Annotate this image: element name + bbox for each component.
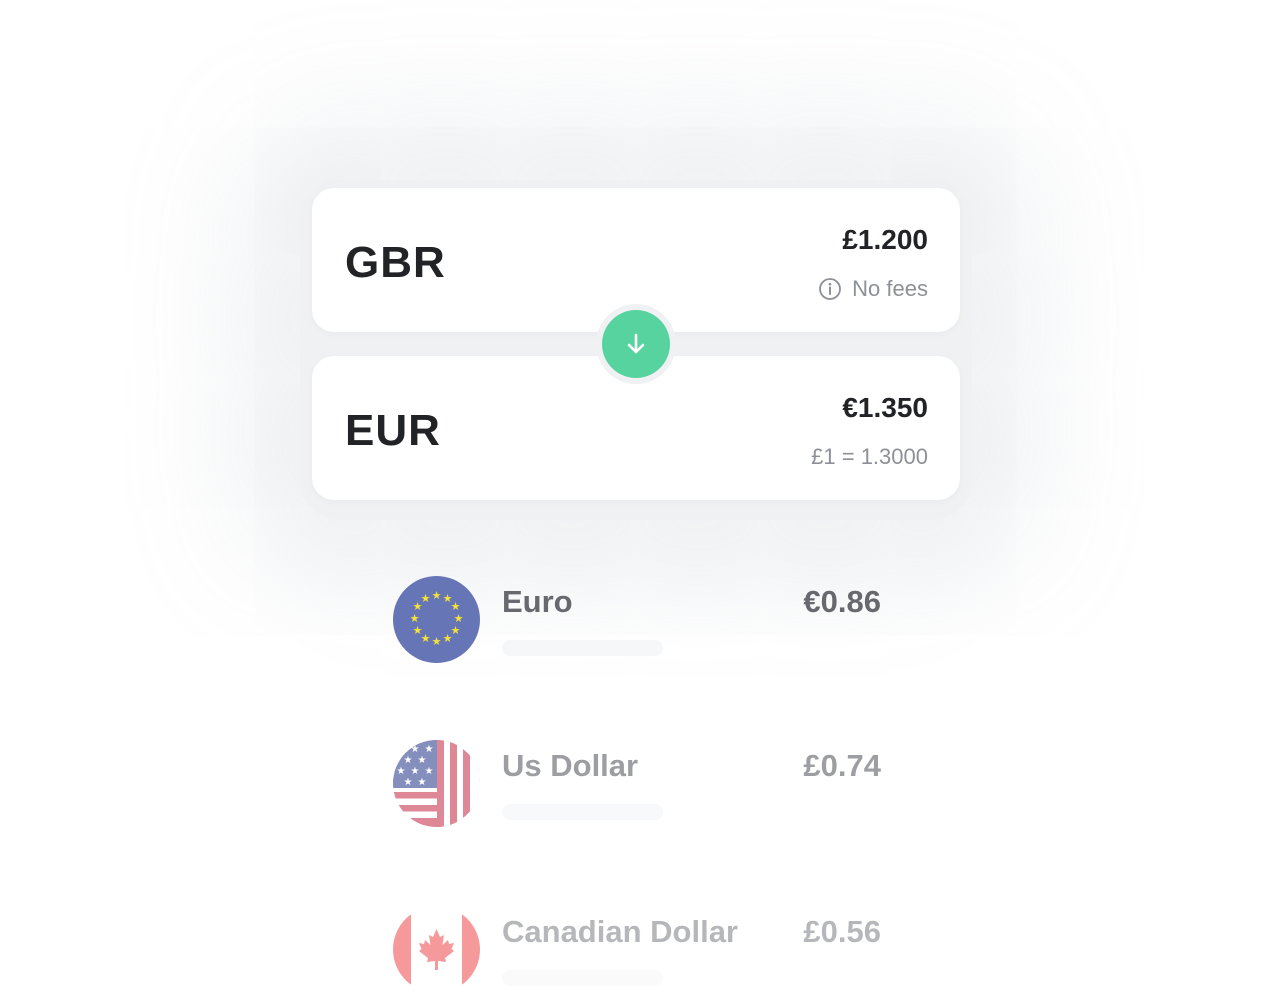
info-icon[interactable] (818, 277, 842, 301)
currency-converter: GBR £1.200 No fees EUR €1.350 £1 = 1.300… (0, 0, 1272, 1000)
svg-text:★: ★ (410, 612, 420, 625)
svg-text:★: ★ (421, 592, 431, 605)
svg-text:★: ★ (413, 624, 423, 637)
currency-value: £0.56 (803, 914, 881, 949)
currency-name: Euro (502, 584, 573, 619)
svg-text:★: ★ (404, 777, 413, 788)
arrow-down-icon (627, 333, 645, 354)
currency-list-item[interactable]: ★ ★ ★ ★ ★ ★ ★ ★ ★ ★ ★ ★ Euro €0.86 (393, 576, 881, 666)
us-flag-icon: ★ ★ ★ ★ ★ ★ ★ ★ ★ ★ (393, 740, 480, 827)
svg-text:★: ★ (404, 755, 413, 766)
fees-note: No fees (818, 276, 928, 302)
svg-text:★: ★ (411, 766, 420, 777)
svg-text:★: ★ (432, 635, 442, 648)
placeholder-bar (502, 804, 663, 820)
swap-button[interactable] (602, 310, 670, 378)
to-amount: €1.350 (842, 392, 928, 423)
svg-text:★: ★ (411, 744, 420, 755)
svg-text:★: ★ (425, 766, 434, 777)
eu-flag-icon: ★ ★ ★ ★ ★ ★ ★ ★ ★ ★ ★ ★ (393, 576, 480, 663)
placeholder-bar (502, 640, 663, 656)
currency-name: Us Dollar (502, 748, 639, 783)
currency-list-item[interactable]: ★ ★ ★ ★ ★ ★ ★ ★ ★ ★ Us Dollar £0.74 (393, 740, 881, 830)
fees-note-text: No fees (852, 276, 928, 301)
exchange-rate: £1 = 1.3000 (811, 444, 928, 469)
svg-text:★: ★ (432, 589, 442, 602)
currency-name: Canadian Dollar (502, 914, 738, 949)
svg-text:★: ★ (397, 744, 406, 755)
svg-text:★: ★ (397, 766, 406, 777)
svg-text:★: ★ (418, 777, 427, 788)
svg-text:★: ★ (443, 632, 453, 645)
placeholder-bar (502, 970, 663, 986)
currency-value: £0.74 (803, 748, 881, 783)
svg-text:★: ★ (418, 755, 427, 766)
to-currency-code: EUR (345, 406, 441, 455)
from-currency-code: GBR (345, 238, 446, 287)
currency-value: €0.86 (803, 584, 881, 619)
canada-flag-icon (393, 906, 480, 993)
currency-list-item[interactable]: Canadian Dollar £0.56 (393, 906, 881, 996)
from-amount: £1.200 (842, 224, 928, 255)
svg-text:★: ★ (425, 744, 434, 755)
